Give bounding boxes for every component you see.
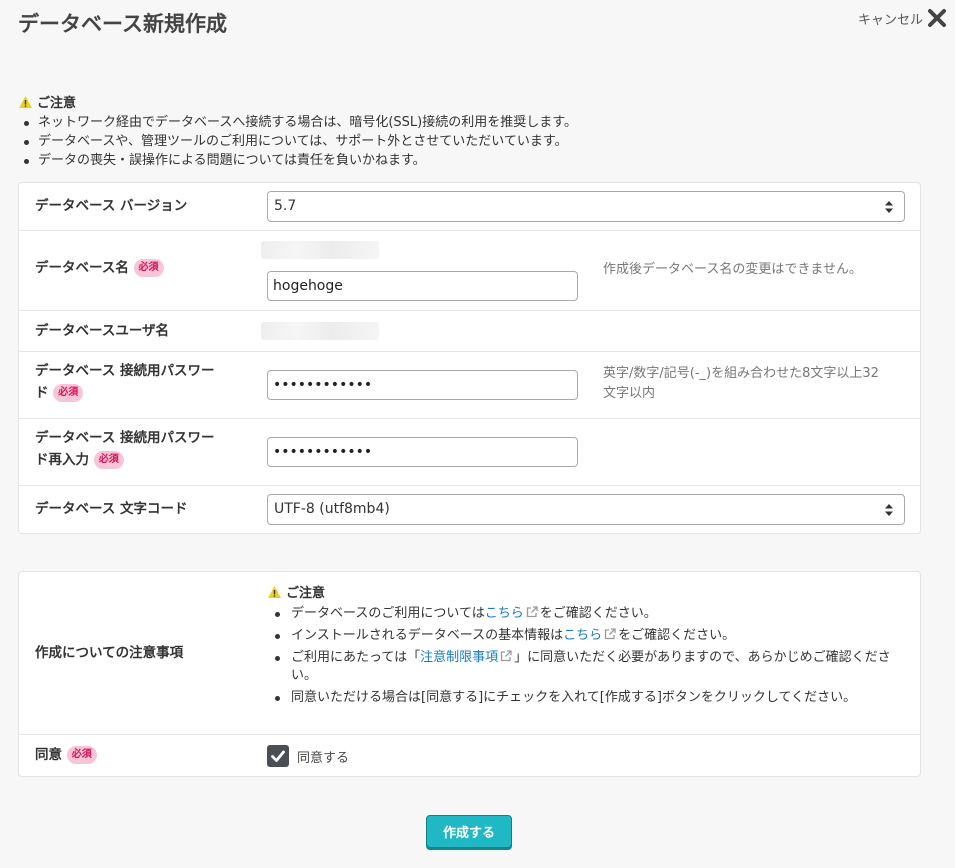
password-label-line1: データベース 接続用パスワー: [35, 363, 215, 379]
password-confirm-input[interactable]: ••••••••••••: [267, 437, 578, 467]
password-help: 英字/数字/記号(-_)を組み合わせた8文字以上32 文字以内: [603, 364, 879, 404]
password-confirm-label-line1: データベース 接続用パスワー: [35, 430, 215, 446]
password-help-line1: 英字/数字/記号(-_)を組み合わせた8文字以上32: [603, 366, 879, 381]
agree-checkbox-label[interactable]: 同意する: [297, 747, 349, 766]
notes-item2-text: インストールされるデータベースの基本情報は: [291, 628, 564, 643]
db-name-label: データベース名 必須: [35, 257, 164, 279]
password-confirm-label-line2: ド再入力: [35, 452, 89, 468]
usage-link[interactable]: こちら: [485, 606, 524, 621]
notes-label: 作成についての注意事項: [35, 645, 184, 661]
charset-label: データベース 文字コード: [35, 501, 188, 517]
top-notice-list: ネットワーク経由でデータベースへ接続する場合は、暗号化(SSL)接続の利用を推奨…: [18, 113, 918, 170]
notes-row: 作成についての注意事項 ご注意 データベースのご利用についてはこちら をご確認くだ…: [19, 572, 920, 735]
cancel-label: キャンセル: [857, 12, 923, 28]
notes-heading: ご注意: [267, 582, 907, 601]
list-item: ネットワーク経由でデータベースへ接続する場合は、暗号化(SSL)接続の利用を推奨…: [18, 113, 918, 132]
select-arrows-icon: [885, 201, 893, 213]
charset-row: データベース 文字コード UTF-8 (utf8mb4): [19, 486, 920, 534]
password-input-value: ••••••••••••: [273, 377, 373, 393]
list-item: 同意いただける場合は[同意する]にチェックを入れて[作成する]ボタンをクリックし…: [267, 689, 907, 707]
agree-label: 同意 必須: [35, 744, 97, 766]
agree-row: 同意 必須 同意する: [19, 735, 920, 777]
version-select[interactable]: 5.7: [267, 191, 905, 222]
create-button[interactable]: 作成する: [426, 815, 512, 848]
restrictions-link[interactable]: 注意制限事項: [420, 650, 498, 665]
db-user-value: [261, 322, 379, 340]
notes-content: ご注意 データベースのご利用についてはこちら をご確認ください。 インストールされ…: [267, 582, 907, 711]
db-name-input[interactable]: hogehoge: [267, 271, 578, 301]
top-notice: ご注意 ネットワーク経由でデータベースへ接続する場合は、暗号化(SSL)接続の利…: [18, 92, 918, 170]
agree-label-text: 同意: [35, 747, 62, 763]
db-name-row: データベース名 必須 hogehoge 作成後データベース名の変更はできません。: [19, 231, 920, 311]
required-badge: 必須: [133, 259, 164, 277]
agree-checkbox[interactable]: [267, 745, 289, 767]
notes-item1-suffix: をご確認ください。: [539, 606, 657, 621]
password-help-line2: 文字以内: [603, 386, 656, 401]
db-name-input-value: hogehoge: [273, 278, 343, 294]
select-arrows-icon: [885, 504, 893, 516]
password-row: データベース 接続用パスワー ド 必須 •••••••••••• 英字/数字/記…: [19, 352, 920, 419]
required-badge: 必須: [93, 451, 124, 469]
cancel-button[interactable]: キャンセル: [858, 8, 947, 28]
db-name-help: 作成後データベース名の変更はできません。: [603, 262, 862, 277]
required-badge: 必須: [66, 746, 97, 764]
db-user-row: データベースユーザ名: [19, 311, 920, 352]
notes-item1-text: データベースのご利用については: [291, 606, 485, 621]
version-row: データベース バージョン 5.7: [19, 183, 920, 231]
list-item: データベースや、管理ツールのご利用については、サポート外とさせていただいています…: [18, 132, 918, 151]
list-item: インストールされるデータベースの基本情報はこちら をご確認ください。: [267, 627, 907, 645]
notes-panel: 作成についての注意事項 ご注意 データベースのご利用についてはこちら をご確認くだ…: [18, 571, 921, 777]
notes-heading-text: ご注意: [286, 586, 326, 601]
notes-item2-suffix: をご確認ください。: [618, 628, 736, 643]
notes-item3-text: ご利用にあたっては「: [291, 650, 421, 665]
database-form-panel: データベース バージョン 5.7 データベース名 必須 hogehoge 作成後…: [18, 182, 921, 534]
list-item: データの喪失・誤操作による問題については責任を負いかねます。: [18, 151, 918, 170]
warning-icon: [19, 95, 32, 108]
db-name-prefix: [261, 241, 379, 259]
list-item: ご利用にあたっては「注意制限事項 」に同意いただく必要がありますので、あらかじめご…: [267, 649, 907, 685]
password-input[interactable]: ••••••••••••: [267, 370, 578, 400]
password-label: データベース 接続用パスワー ド 必須: [35, 360, 215, 404]
notes-list: データベースのご利用についてはこちら をご確認ください。 インストールされるデータ…: [267, 605, 907, 707]
db-user-label: データベースユーザ名: [35, 323, 170, 339]
charset-select[interactable]: UTF-8 (utf8mb4): [267, 494, 905, 525]
password-confirm-row: データベース 接続用パスワー ド再入力 必須 ••••••••••••: [19, 419, 920, 486]
external-link-icon: [526, 606, 538, 618]
password-label-line2: ド: [35, 385, 49, 401]
charset-select-value: UTF-8 (utf8mb4): [274, 501, 390, 517]
required-badge: 必須: [53, 384, 84, 402]
version-select-value: 5.7: [274, 198, 297, 214]
password-confirm-input-value: ••••••••••••: [273, 444, 373, 460]
external-link-icon: [604, 628, 616, 640]
checkmark-icon: [271, 750, 285, 762]
version-label: データベース バージョン: [35, 198, 188, 214]
close-icon: [928, 9, 946, 27]
db-name-label-text: データベース名: [35, 260, 129, 276]
top-notice-heading-text: ご注意: [37, 96, 77, 111]
basic-info-link[interactable]: こちら: [563, 628, 602, 643]
top-notice-heading: ご注意: [18, 92, 918, 111]
page-title: データベース新規作成: [18, 12, 227, 36]
warning-icon: [268, 585, 281, 598]
list-item: データベースのご利用についてはこちら をご確認ください。: [267, 605, 907, 623]
external-link-icon: [500, 650, 512, 662]
password-confirm-label: データベース 接続用パスワー ド再入力 必須: [35, 427, 215, 471]
